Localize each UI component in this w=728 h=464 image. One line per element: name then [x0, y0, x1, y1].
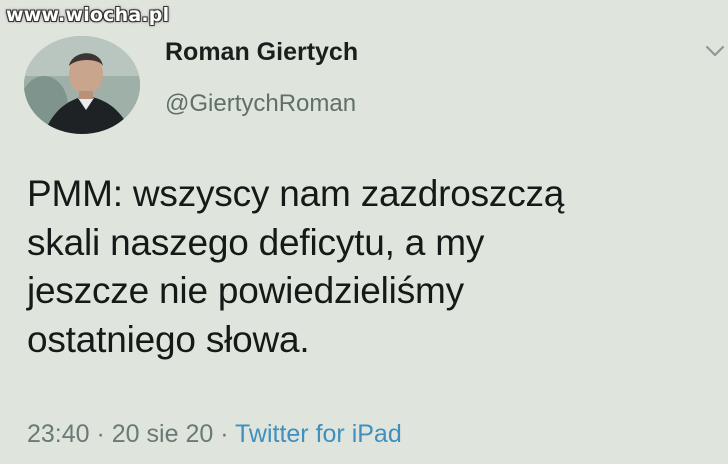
tweet-text: PMM: wszyscy nam zazdroszczą skali nasze… — [27, 170, 717, 364]
meta-separator: · — [213, 420, 236, 448]
author-name[interactable]: Roman Giertych — [165, 38, 358, 67]
tweet-date[interactable]: 20 sie 20 — [112, 420, 213, 448]
tweet-time[interactable]: 23:40 — [27, 420, 90, 448]
tweet-source-link[interactable]: Twitter for iPad — [235, 420, 402, 448]
avatar[interactable] — [24, 36, 140, 134]
chevron-down-icon[interactable] — [704, 40, 726, 62]
tweet-text-line: jeszcze nie powiedzieliśmy — [27, 270, 464, 311]
watermark: www.wiocha.pl — [6, 4, 170, 26]
avatar-photo — [24, 36, 140, 134]
meta-separator: · — [89, 420, 112, 448]
tweet-card: www.wiocha.pl Roman Giertych @GiertychRo… — [0, 0, 728, 464]
tweet-text-line: skali naszego deficytu, a my — [27, 221, 485, 263]
author-handle[interactable]: @GiertychRoman — [165, 90, 356, 118]
tweet-text-line: ostatniego słowa. — [27, 318, 310, 360]
tweet-meta: 23:40 · 20 sie 20 · Twitter for iPad — [27, 420, 402, 449]
tweet-text-line: PMM: wszyscy nam zazdroszczą — [27, 173, 565, 214]
